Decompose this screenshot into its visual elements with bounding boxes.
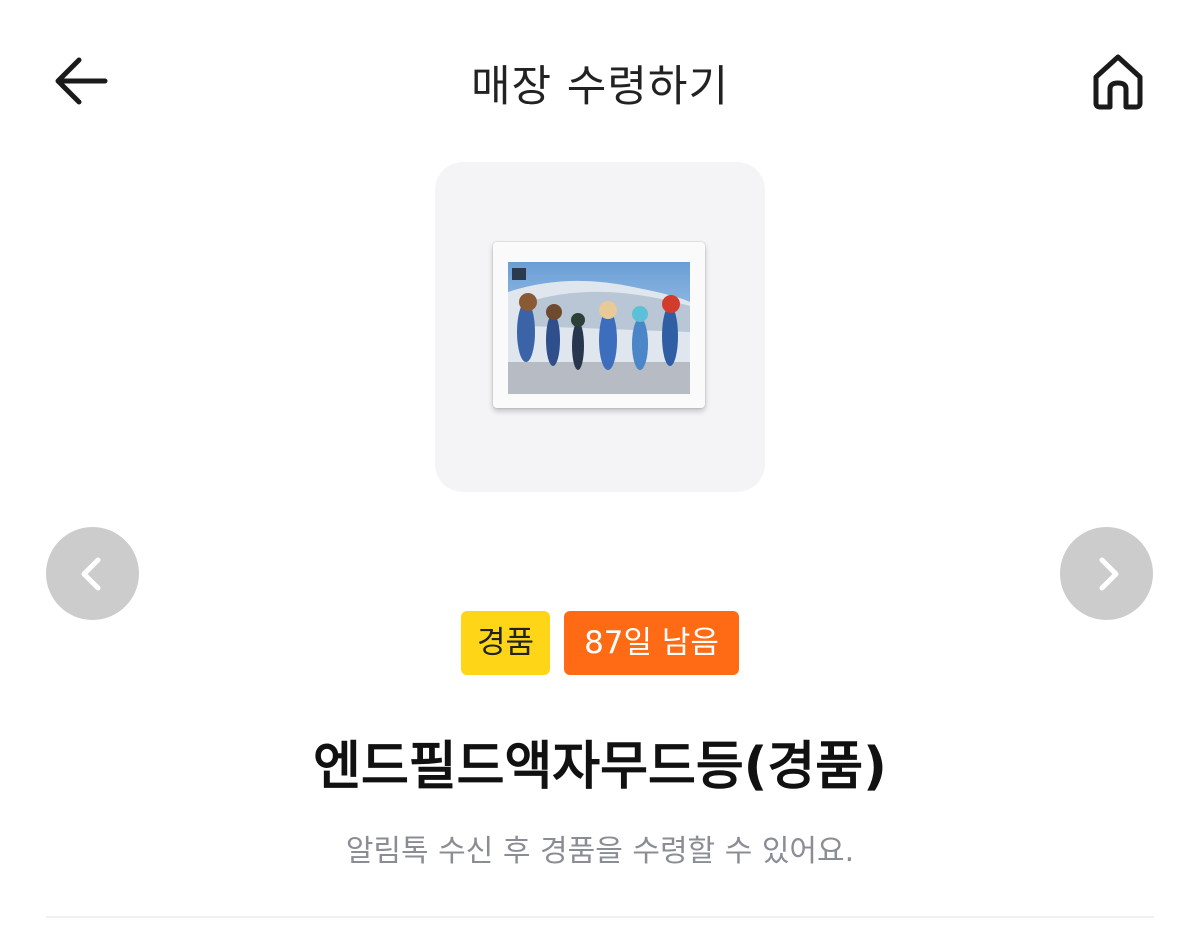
product-description: 알림톡 수신 후 경품을 수령할 수 있어요.: [345, 834, 855, 869]
page-title: 매장 수령하기: [470, 62, 730, 112]
chevron-right-icon: [1099, 557, 1118, 590]
store-pickup-page: 매장 수령하기 경품 87일 남음 엔드필드액자무드등(경품) 알림톡 수신 후…: [0, 0, 1200, 925]
chevron-left-icon: [81, 557, 100, 590]
previous-button[interactable]: [46, 527, 139, 620]
framed-art-icon: [508, 262, 690, 394]
badge-row: 경품 87일 남음: [0, 611, 1200, 675]
days-left-badge: 87일 남음: [564, 611, 739, 675]
home-button[interactable]: [1083, 46, 1153, 116]
home-icon: [1093, 54, 1143, 110]
product-image: [493, 242, 705, 408]
product-name: 엔드필드액자무드등(경품): [313, 737, 887, 797]
gift-badge: 경품: [461, 611, 550, 675]
divider: [46, 916, 1154, 918]
next-button[interactable]: [1060, 527, 1153, 620]
product-image-card: [435, 162, 765, 492]
